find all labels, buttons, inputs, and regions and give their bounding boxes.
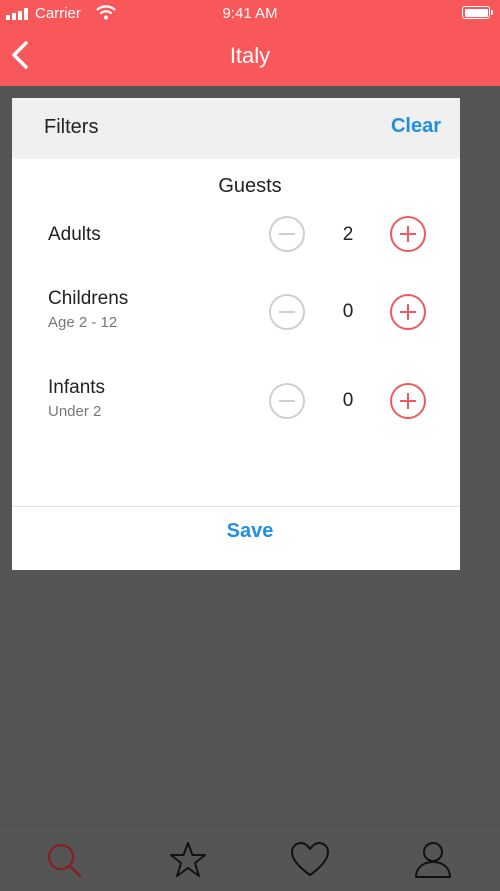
increment-infants-button[interactable] <box>390 383 426 419</box>
battery-icon <box>462 6 493 19</box>
increment-childrens-button[interactable] <box>390 294 426 330</box>
star-icon[interactable] <box>168 840 208 880</box>
guest-row-label: Adults <box>48 224 101 245</box>
increment-adults-button[interactable] <box>390 216 426 252</box>
decrement-infants-button[interactable] <box>269 383 305 419</box>
filter-panel-header: Filters Clear <box>12 98 460 159</box>
heart-icon[interactable] <box>290 840 330 880</box>
decrement-adults-button[interactable] <box>269 216 305 252</box>
page-title: Italy <box>229 43 271 68</box>
guests-section-title: Guests <box>218 175 282 197</box>
decrement-childrens-button[interactable] <box>269 294 305 330</box>
guest-row-sublabel: Age 2 - 12 <box>48 314 118 331</box>
guest-row-sublabel: Under 2 <box>48 403 102 420</box>
save-button[interactable]: Save <box>12 507 488 570</box>
clear-button[interactable]: Clear <box>391 115 441 138</box>
guest-row-label: Infants <box>48 377 106 398</box>
filter-panel: Filters Clear Guests Adults 2 Childrens … <box>12 98 460 570</box>
filters-title: Filters <box>44 116 99 138</box>
guest-row-adults: Adults 2 <box>12 216 460 276</box>
guest-row-childrens: Childrens Age 2 - 12 0 <box>12 288 460 354</box>
childrens-count: 0 <box>342 301 354 322</box>
infants-count: 0 <box>342 390 354 411</box>
status-bar: Carrier 9:41 AM <box>0 0 500 30</box>
status-time: 9:41 AM <box>222 5 278 22</box>
adults-count: 2 <box>342 224 354 245</box>
search-icon[interactable] <box>44 840 84 880</box>
tab-bar <box>0 825 500 891</box>
profile-icon[interactable] <box>413 840 453 880</box>
guest-row-label: Childrens <box>48 288 129 309</box>
guest-row-infants: Infants Under 2 0 <box>12 377 460 443</box>
header-bar: Carrier 9:41 AM Italy <box>0 0 500 86</box>
